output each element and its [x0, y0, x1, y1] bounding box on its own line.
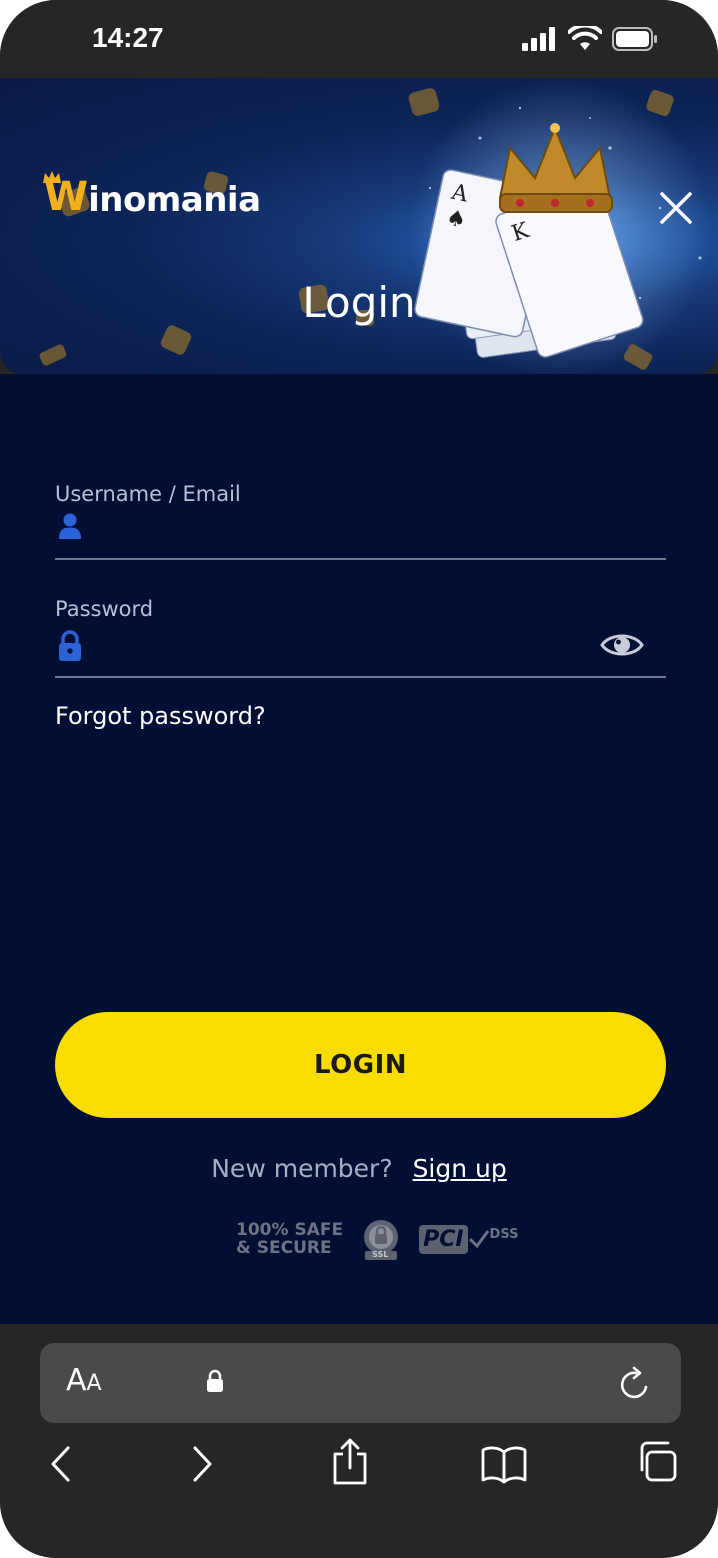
reader-aa-button[interactable]: AA	[66, 1363, 102, 1398]
browser-toolbar: AA	[0, 1324, 718, 1558]
cellular-signal-icon	[522, 27, 555, 51]
username-input[interactable]	[95, 508, 585, 548]
bookmarks-icon[interactable]	[480, 1444, 528, 1484]
ssl-badge: SSL	[359, 1217, 403, 1261]
forward-icon[interactable]	[189, 1444, 215, 1484]
password-input[interactable]	[95, 626, 585, 666]
banner-artwork: A ♠ K	[39, 78, 710, 374]
username-underline	[55, 558, 666, 560]
share-icon[interactable]	[330, 1438, 370, 1486]
status-bar: 14:27	[0, 0, 718, 78]
login-button[interactable]: LOGIN	[55, 1012, 666, 1118]
pci-label: PCI	[419, 1224, 468, 1254]
crown-logo-icon	[43, 171, 61, 183]
forgot-password-link[interactable]: Forgot password?	[55, 702, 266, 730]
battery-icon	[612, 27, 657, 51]
ssl-label: SSL	[372, 1250, 389, 1259]
dss-label: DSS	[489, 1226, 519, 1242]
tabs-icon[interactable]	[634, 1440, 680, 1486]
safe-line-1: 100% SAFE	[236, 1220, 344, 1240]
user-icon	[59, 513, 81, 539]
close-icon[interactable]	[658, 190, 694, 226]
security-badges: 100% SAFE & SECURE SSL PCI DSS	[236, 1216, 518, 1262]
logo-wordmark: inomania	[88, 180, 261, 220]
reload-icon[interactable]	[619, 1365, 653, 1401]
password-label: Password	[55, 597, 154, 621]
aa-small: A	[86, 1371, 102, 1396]
secure-lock-icon	[207, 1369, 223, 1392]
status-time: 14:27	[92, 22, 164, 53]
lock-icon	[59, 630, 81, 661]
pci-dss-badge: PCI DSS	[419, 1224, 519, 1254]
wifi-icon	[568, 26, 602, 50]
safe-secure-badge: 100% SAFE & SECURE	[236, 1221, 343, 1257]
login-form: Username / Email Password Forgot passwor…	[0, 374, 718, 1324]
login-banner: A ♠ K W inomania Login	[0, 78, 718, 374]
winomania-logo[interactable]: W inomania	[43, 171, 261, 220]
show-password-eye-icon[interactable]	[600, 628, 644, 662]
address-bar[interactable]: AA	[40, 1343, 681, 1423]
username-label: Username / Email	[55, 482, 241, 506]
status-icons	[522, 24, 658, 54]
sign-up-link[interactable]: Sign up	[413, 1154, 507, 1183]
phone-screen: 14:27 A ♠ K W inomania Login Username / …	[0, 0, 718, 1558]
password-underline	[55, 676, 666, 678]
aa-large: A	[66, 1363, 87, 1398]
browser-nav-row	[0, 1438, 718, 1504]
safe-line-2: & SECURE	[236, 1238, 332, 1258]
new-member-row: New member? Sign up	[0, 1154, 718, 1183]
back-icon[interactable]	[48, 1444, 74, 1484]
page-title: Login	[302, 278, 416, 327]
checkmark-icon	[468, 1230, 489, 1249]
new-member-text: New member?	[211, 1154, 393, 1183]
